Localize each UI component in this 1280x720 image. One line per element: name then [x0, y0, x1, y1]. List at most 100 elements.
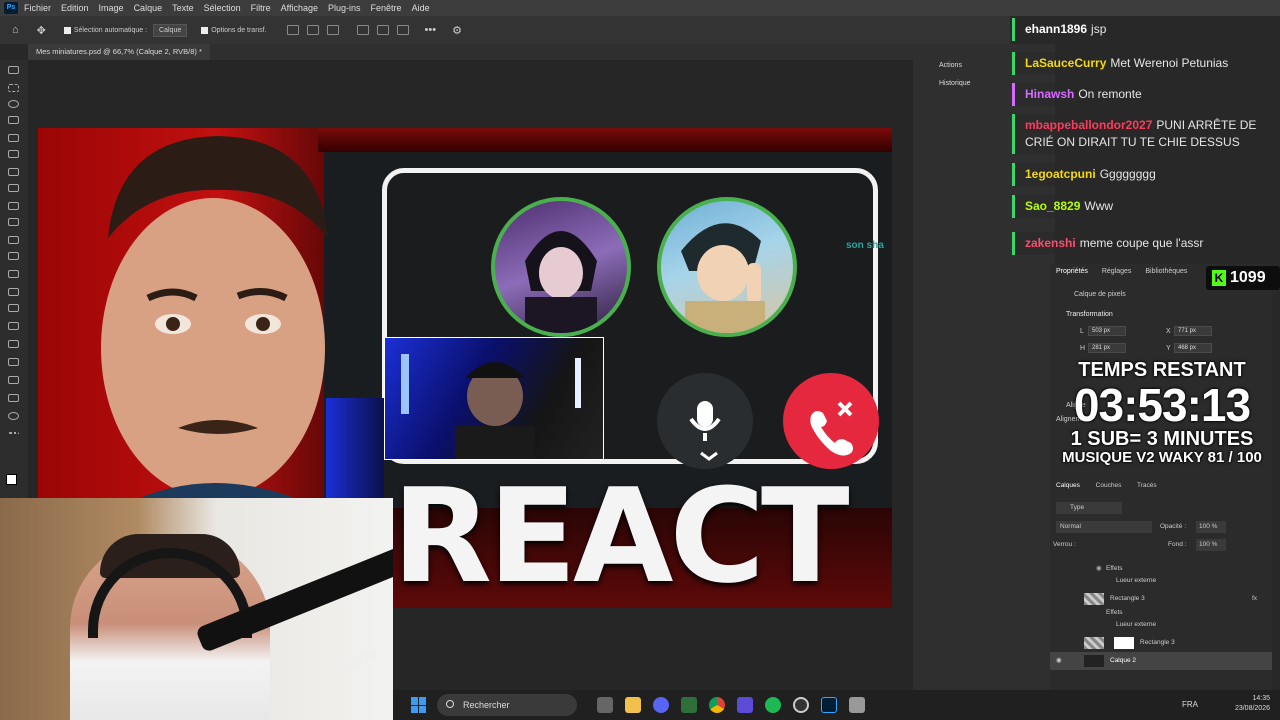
- chat-username: 1egoatcpuni: [1025, 167, 1096, 181]
- gradient-tool-icon[interactable]: [8, 270, 19, 278]
- foreground-color-swatch[interactable]: [6, 474, 17, 485]
- tab-layers[interactable]: Calques: [1056, 482, 1080, 489]
- microphone-button[interactable]: [657, 373, 753, 469]
- rectangle-tool-icon[interactable]: [8, 376, 19, 384]
- windows-start-icon[interactable]: [411, 697, 427, 713]
- tab-channels[interactable]: Couches: [1096, 482, 1122, 489]
- menu-item-fenetre[interactable]: Fenêtre: [371, 3, 402, 13]
- height-input[interactable]: 281 px: [1088, 343, 1126, 353]
- more-options-icon[interactable]: •••: [425, 24, 437, 36]
- obs-icon[interactable]: [793, 697, 809, 713]
- menu-item-fichier[interactable]: Fichier: [24, 3, 51, 13]
- system-clock[interactable]: 14:35 23/08/2026: [1235, 694, 1270, 714]
- menu-item-edition[interactable]: Edition: [61, 3, 89, 13]
- x-input[interactable]: 771 px: [1174, 326, 1212, 336]
- layer-row-calque-2[interactable]: ◉ Calque 2: [1050, 652, 1272, 670]
- pen-tool-icon[interactable]: [8, 322, 19, 330]
- webcam-frame-overlay[interactable]: [384, 337, 604, 460]
- menu-item-calque[interactable]: Calque: [134, 3, 163, 13]
- file-explorer-icon[interactable]: [625, 697, 641, 713]
- lasso-tool-icon[interactable]: [8, 100, 19, 108]
- eye-icon[interactable]: ◉: [1056, 652, 1062, 670]
- layer-outer-glow-row[interactable]: Lueur externe: [1050, 572, 1272, 590]
- opacity-input[interactable]: 100 %: [1196, 521, 1226, 533]
- language-indicator[interactable]: FRA: [1182, 700, 1198, 709]
- app-icon[interactable]: [849, 697, 865, 713]
- x-label: X: [1166, 328, 1171, 335]
- taskbar-search[interactable]: Rechercher: [437, 694, 577, 716]
- width-input[interactable]: 503 px: [1088, 326, 1126, 336]
- task-view-icon[interactable]: [597, 697, 613, 713]
- move-tool-icon[interactable]: ✥: [37, 24, 46, 37]
- react-title-text: REACT: [392, 460, 850, 612]
- align-middle-icon[interactable]: [376, 25, 389, 35]
- kick-logo-icon: K: [1212, 269, 1226, 286]
- hang-up-button[interactable]: [783, 373, 879, 469]
- fill-input[interactable]: 100 %: [1196, 539, 1226, 551]
- tab-properties[interactable]: Propriétés: [1056, 268, 1088, 275]
- move-tool-icon[interactable]: [8, 66, 19, 74]
- menu-item-texte[interactable]: Texte: [172, 3, 194, 13]
- search-icon: [446, 700, 454, 708]
- menu-item-aide[interactable]: Aide: [412, 3, 430, 13]
- actions-panel-button[interactable]: Actions: [939, 62, 962, 69]
- layer-outer-glow-row[interactable]: Lueur externe: [1050, 616, 1272, 634]
- avatar-anime-bright: [657, 197, 797, 337]
- avatar-anime-dark: [491, 197, 631, 337]
- hand-tool-icon[interactable]: [8, 394, 19, 402]
- chat-message: LaSauceCurry Met Werenoi Petunias: [1012, 52, 1270, 75]
- blur-tool-icon[interactable]: [8, 288, 19, 296]
- align-bottom-icon[interactable]: [396, 25, 409, 35]
- stamp-tool-icon[interactable]: [8, 218, 19, 226]
- eraser-tool-icon[interactable]: [8, 252, 19, 260]
- tab-libraries[interactable]: Bibliothèques: [1145, 268, 1187, 275]
- frame-tool-icon[interactable]: [8, 150, 19, 158]
- xbox-icon[interactable]: [681, 697, 697, 713]
- eyedropper-tool-icon[interactable]: [8, 168, 19, 176]
- top-red-band: [318, 128, 892, 152]
- menu-item-affichage[interactable]: Affichage: [281, 3, 318, 13]
- y-input[interactable]: 468 px: [1174, 343, 1212, 353]
- transform-options-checkbox[interactable]: [201, 26, 209, 34]
- align-top-icon[interactable]: [356, 25, 369, 35]
- chat-message: 1egoatcpuni Gggggggg: [1012, 163, 1270, 186]
- hang-up-phone-icon: [810, 401, 853, 456]
- gear-icon[interactable]: ⚙: [452, 24, 462, 37]
- crop-tool-icon[interactable]: [8, 134, 19, 142]
- more-tools-icon[interactable]: [8, 432, 19, 440]
- document-tab[interactable]: Mes miniatures.psd @ 66,7% (Calque 2, RV…: [28, 44, 210, 60]
- tab-adjustments[interactable]: Réglages: [1102, 268, 1132, 275]
- quick-select-tool-icon[interactable]: [8, 116, 19, 124]
- blend-mode-dropdown[interactable]: Normal: [1056, 521, 1152, 533]
- menu-item-filtre[interactable]: Filtre: [251, 3, 271, 13]
- history-brush-tool-icon[interactable]: [8, 236, 19, 244]
- auto-select-dropdown[interactable]: Calque: [153, 23, 188, 37]
- chrome-icon[interactable]: [709, 697, 725, 713]
- photoshop-icon[interactable]: [821, 697, 837, 713]
- align-left-icon[interactable]: [286, 25, 299, 35]
- align-center-icon[interactable]: [306, 25, 319, 35]
- spotify-icon[interactable]: [765, 697, 781, 713]
- layer-row-rectangle-3-mask[interactable]: Rectangle 3: [1050, 634, 1272, 652]
- align-right-icon[interactable]: [326, 25, 339, 35]
- chat-message: Sao_8829 Www: [1012, 195, 1270, 218]
- discord-icon[interactable]: [653, 697, 669, 713]
- menu-item-plugins[interactable]: Plug-ins: [328, 3, 361, 13]
- menu-item-selection[interactable]: Sélection: [204, 3, 241, 13]
- tab-paths[interactable]: Tracés: [1137, 482, 1157, 489]
- zoom-tool-icon[interactable]: [8, 412, 19, 420]
- layer-filter-dropdown[interactable]: Type: [1056, 502, 1122, 514]
- home-icon[interactable]: ⌂: [12, 24, 19, 36]
- menu-item-image[interactable]: Image: [99, 3, 124, 13]
- layer-row-label: Calque 2: [1110, 657, 1137, 664]
- healing-tool-icon[interactable]: [8, 184, 19, 192]
- marquee-tool-icon[interactable]: [8, 84, 19, 92]
- brush-tool-icon[interactable]: [8, 202, 19, 210]
- history-panel-button[interactable]: Historique: [939, 80, 971, 87]
- type-tool-icon[interactable]: [8, 340, 19, 348]
- apps-grid-icon[interactable]: [737, 697, 753, 713]
- microphone-icon: [689, 401, 721, 461]
- path-select-tool-icon[interactable]: [8, 358, 19, 366]
- auto-select-checkbox[interactable]: [63, 26, 71, 34]
- dodge-tool-icon[interactable]: [8, 304, 19, 312]
